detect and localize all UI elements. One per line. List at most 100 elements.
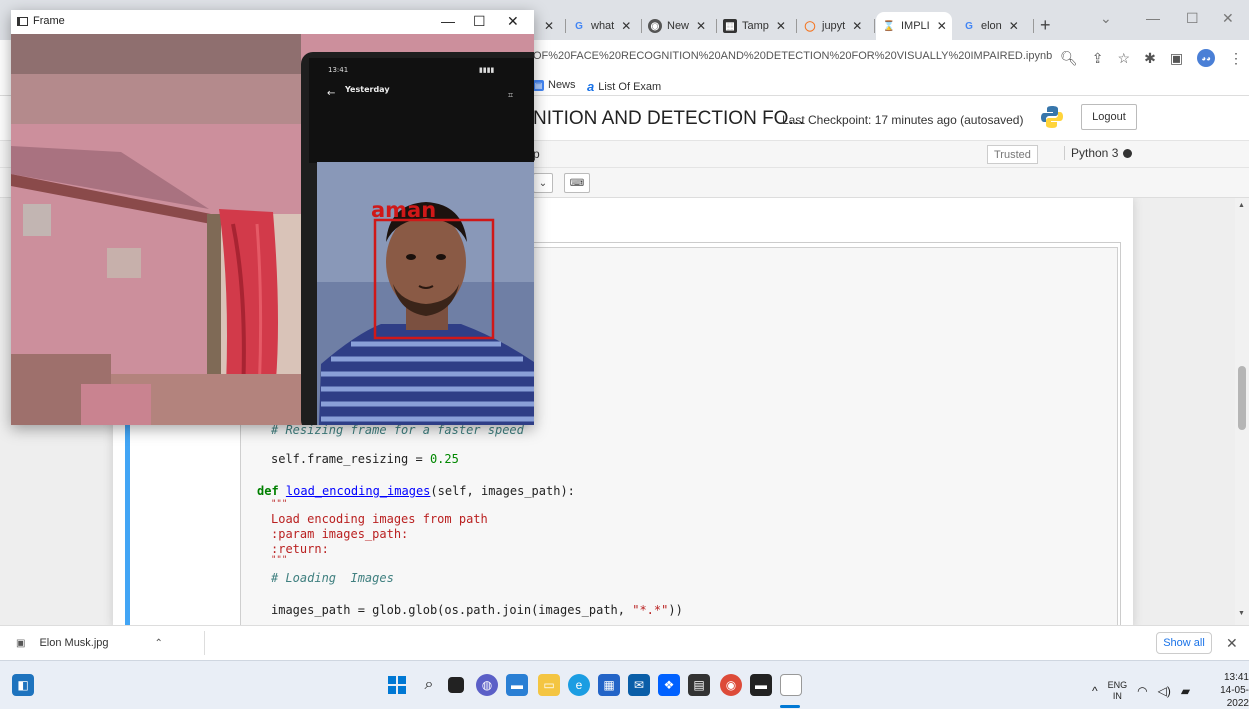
share-icon[interactable]: ⇪ bbox=[1092, 50, 1104, 67]
tab-tamp[interactable]: ▦ Tamp ✕ bbox=[717, 12, 797, 40]
edge-browser-icon[interactable]: e bbox=[568, 674, 590, 696]
terminal-icon[interactable]: ▤ bbox=[688, 674, 710, 696]
profile-avatar[interactable]: ◕◕ bbox=[1197, 49, 1216, 67]
frame-titlebar[interactable]: Frame — ☐ ✕ bbox=[11, 10, 534, 34]
search-icon[interactable]: ⌕ bbox=[418, 674, 440, 696]
blank-app-icon[interactable] bbox=[780, 674, 802, 696]
store-icon[interactable]: ▦ bbox=[598, 674, 620, 696]
phone-time: 13:41 bbox=[328, 66, 348, 74]
tab-close-icon[interactable]: ✕ bbox=[852, 19, 862, 33]
checkpoint-status: Last Checkpoint: 17 minutes ago (autosav… bbox=[782, 113, 1024, 127]
google-g-icon: G bbox=[575, 20, 583, 32]
file-explorer-icon[interactable]: ▭ bbox=[538, 674, 560, 696]
download-file-name: Elon Musk.jpg bbox=[39, 637, 109, 649]
bookmark-list-of-exam[interactable]: a List Of Exam bbox=[587, 79, 661, 94]
task-view-icon[interactable] bbox=[448, 677, 464, 693]
dropbox-icon[interactable]: ❖ bbox=[658, 674, 680, 696]
phone-status-icons: ▮▮▮▮ bbox=[479, 66, 495, 74]
page-scrollbar[interactable]: ▲ ▼ bbox=[1235, 198, 1249, 628]
cmd-icon[interactable]: ▬ bbox=[750, 674, 772, 696]
close-icon[interactable]: ✕ bbox=[507, 13, 519, 30]
docstring-line-1: Load encoding images from path bbox=[271, 512, 488, 526]
new-tab-plus-icon[interactable]: + bbox=[1040, 15, 1051, 36]
chevron-up-tray-icon[interactable]: ^ bbox=[1092, 684, 1098, 698]
code-function-name: load_encoding_images bbox=[285, 484, 431, 498]
tab-label: IMPLI bbox=[901, 20, 930, 32]
wifi-icon[interactable]: ◠ bbox=[1137, 684, 1147, 698]
tab-search-chevron-icon[interactable]: ⌄ bbox=[1100, 10, 1112, 27]
bookmark-label: News bbox=[548, 79, 576, 91]
chrome-taskbar-icon[interactable]: ◉ bbox=[720, 674, 742, 696]
tab-close-icon[interactable]: ✕ bbox=[621, 19, 631, 33]
minimize-icon[interactable]: — bbox=[1146, 10, 1160, 26]
chevron-up-icon[interactable]: ⌃ bbox=[155, 638, 163, 649]
clock-time: 13:41 bbox=[1223, 672, 1249, 683]
system-tray: ^ ENG IN ◠ ◁) ▰ 13:41 14-05-2022 bbox=[1092, 671, 1249, 709]
docstring-close: """ bbox=[271, 555, 288, 565]
region-code: IN bbox=[1112, 690, 1122, 701]
docstring-open: """ bbox=[271, 499, 288, 509]
command-palette-keyboard-icon[interactable]: ⌨ bbox=[564, 173, 590, 193]
notebook-title[interactable]: NITION AND DETECTION FO... bbox=[533, 108, 804, 130]
download-item[interactable]: ▣ Elon Musk.jpg ⌃ bbox=[16, 637, 163, 649]
kernel-name: Python 3 bbox=[1071, 146, 1119, 160]
face-label-text: aman bbox=[371, 198, 436, 222]
tab-impl-active[interactable]: ⌛ IMPLI ✕ bbox=[876, 12, 952, 40]
widgets-icon[interactable]: ◧ bbox=[12, 674, 34, 696]
download-shelf: ▣ Elon Musk.jpg ⌃ Show all ✕ bbox=[0, 625, 1249, 660]
code-line-def: def load_encoding_images(self, images_pa… bbox=[257, 484, 575, 498]
menu-item-fragment[interactable]: p bbox=[533, 147, 540, 161]
tab-new[interactable]: ◉ New ✕ bbox=[642, 12, 717, 40]
tab-label: what bbox=[591, 20, 615, 32]
start-windows-icon[interactable] bbox=[386, 674, 408, 696]
tab-elon[interactable]: G elon ✕ bbox=[956, 12, 1034, 40]
webcam-video-feed: 13:41 ▮▮▮▮ ← Yesterday ⌗ aman bbox=[11, 34, 534, 425]
tab-close-icon[interactable]: ✕ bbox=[776, 19, 786, 33]
show-all-button[interactable]: Show all bbox=[1156, 632, 1212, 654]
tab-close-icon[interactable]: ✕ bbox=[696, 19, 706, 33]
kernel-indicator[interactable]: Python 3 bbox=[1064, 146, 1133, 160]
sidebar-icon[interactable]: ▣ bbox=[1170, 50, 1183, 67]
maximize-icon[interactable]: ☐ bbox=[473, 13, 486, 30]
hourglass-icon: ⌛ bbox=[882, 20, 896, 32]
scroll-up-arrow-icon[interactable]: ▲ bbox=[1238, 202, 1245, 209]
jupyter-icon: ◯ bbox=[804, 20, 816, 32]
minimize-icon[interactable]: — bbox=[441, 13, 455, 29]
volume-icon[interactable]: ◁) bbox=[1158, 684, 1171, 698]
teams-chat-icon[interactable]: ◍ bbox=[476, 674, 498, 696]
computer-icon[interactable]: ▬ bbox=[506, 674, 528, 696]
trusted-indicator[interactable]: Trusted bbox=[987, 145, 1038, 164]
tab-jupyter[interactable]: ◯ jupyt ✕ bbox=[797, 12, 875, 40]
tab-1[interactable]: ✕ bbox=[536, 12, 566, 40]
scrollbar-thumb[interactable] bbox=[1238, 366, 1246, 430]
language-indicator[interactable]: ENG IN bbox=[1108, 680, 1128, 702]
clock-date: 14-05-2022 bbox=[1220, 685, 1249, 709]
code-text: (self, images_path): bbox=[430, 484, 575, 498]
battery-icon[interactable]: ▰ bbox=[1181, 684, 1190, 698]
code-text: )) bbox=[668, 603, 683, 617]
tab-close-icon[interactable]: ✕ bbox=[937, 19, 947, 33]
bookmark-star-icon[interactable]: ☆ bbox=[1118, 50, 1131, 67]
docstring-line-3: :return: bbox=[271, 542, 329, 556]
close-shelf-icon[interactable]: ✕ bbox=[1226, 635, 1238, 652]
close-window-icon[interactable]: ✕ bbox=[1222, 10, 1234, 27]
zoom-icon[interactable]: 🔍︎ bbox=[1060, 50, 1078, 67]
maximize-icon[interactable]: ☐ bbox=[1186, 10, 1199, 27]
frame-window[interactable]: Frame — ☐ ✕ 13:41 ▮▮▮▮ ← Yesterday ⌗ ama… bbox=[11, 10, 534, 425]
tab-close-icon[interactable]: ✕ bbox=[1009, 19, 1019, 33]
kernel-busy-dot-icon bbox=[1123, 148, 1133, 158]
url-text[interactable]: OF%20FACE%20RECOGNITION%20AND%20DETECTIO… bbox=[533, 50, 1052, 62]
clock[interactable]: 13:41 14-05-2022 bbox=[1200, 671, 1249, 709]
code-text: self.frame_resizing = bbox=[271, 452, 430, 466]
tab-close-icon[interactable]: ✕ bbox=[544, 19, 554, 33]
mail-icon[interactable]: ✉ bbox=[628, 674, 650, 696]
cell-type-dropdown-chevron-icon[interactable]: ⌄ bbox=[533, 173, 553, 193]
logout-button[interactable]: Logout bbox=[1081, 104, 1137, 130]
scroll-down-arrow-icon[interactable]: ▼ bbox=[1238, 610, 1245, 617]
menu-kebab-icon[interactable]: ⋮ bbox=[1229, 50, 1243, 67]
tab-what[interactable]: G what ✕ bbox=[566, 12, 642, 40]
extensions-puzzle-icon[interactable]: ✱ bbox=[1144, 50, 1156, 67]
news-icon: ▤ bbox=[533, 79, 544, 91]
bookmark-news[interactable]: ▤ News bbox=[533, 79, 576, 91]
frame-title: Frame bbox=[33, 15, 65, 27]
